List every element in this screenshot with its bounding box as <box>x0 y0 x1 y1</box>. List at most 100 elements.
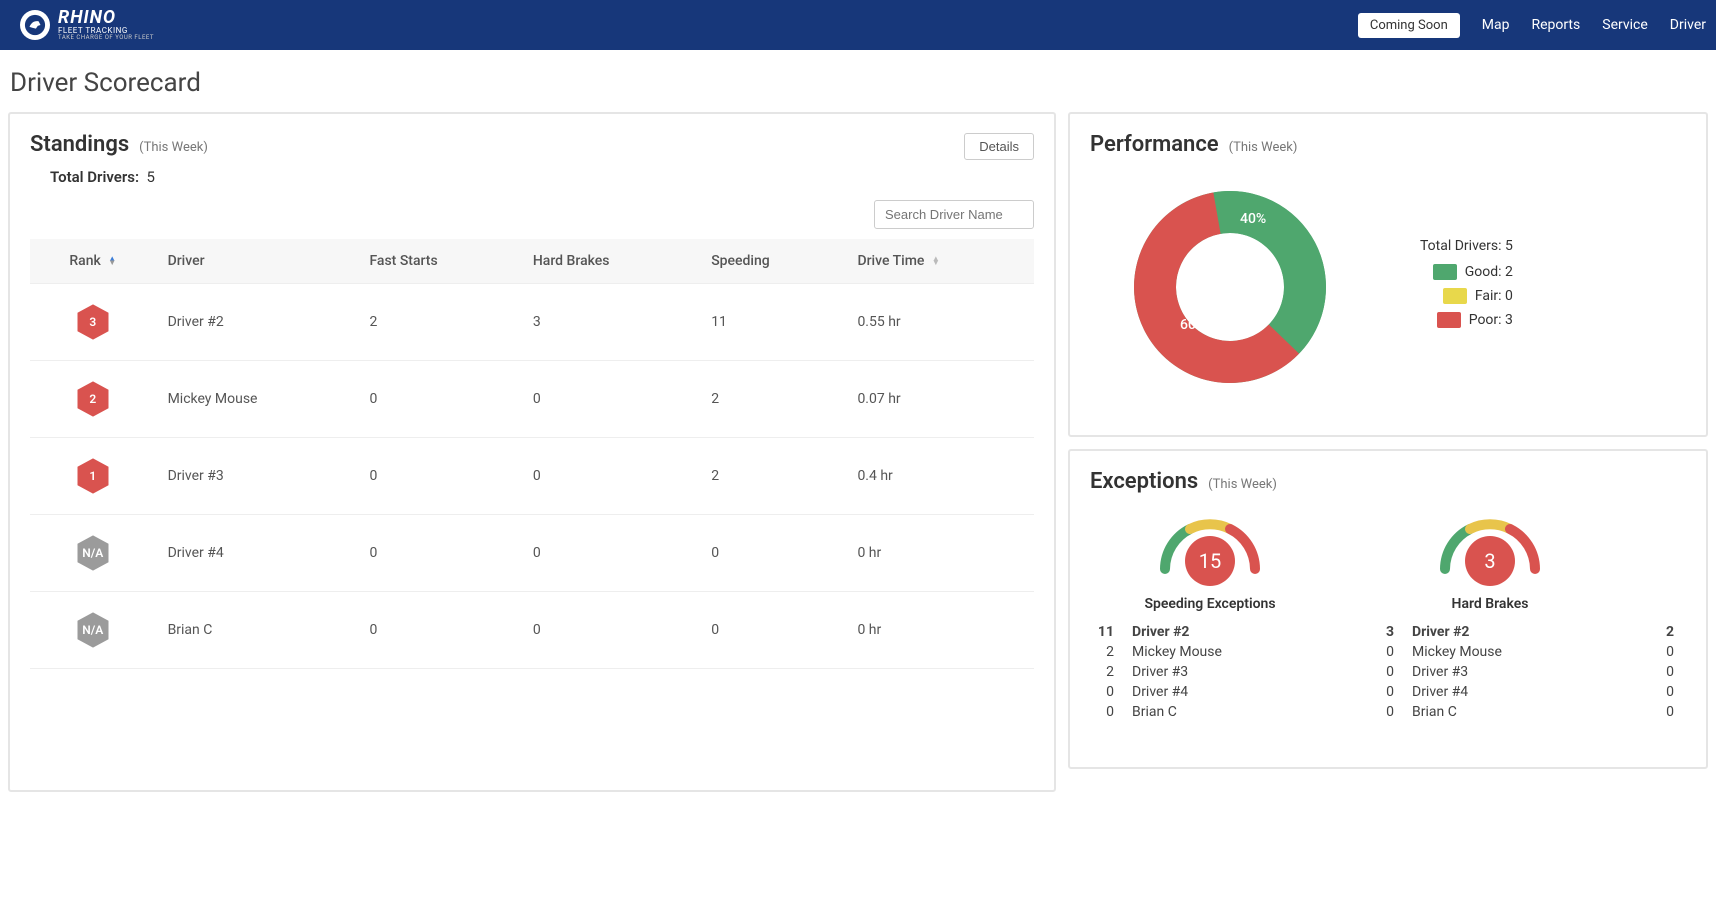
slice-label-good: 40% <box>1240 211 1266 227</box>
logo-brand: RHINO <box>58 9 154 27</box>
exception-count: 0 <box>1370 704 1394 720</box>
nav-reports[interactable]: Reports <box>1531 17 1580 33</box>
rank-badge: N/A <box>77 612 109 648</box>
nav-driver[interactable]: Driver <box>1670 17 1706 33</box>
exception-row: 0 Driver #4 <box>1370 682 1610 702</box>
exception-row: 0 <box>1650 702 1686 722</box>
performance-panel: Performance (This Week) 40% 60% <box>1068 112 1708 437</box>
slice-label-poor: 60% <box>1180 317 1206 333</box>
exception-count: 0 <box>1650 704 1674 720</box>
exception-count: 3 <box>1370 624 1394 640</box>
dashboard: Standings (This Week) Details Total Driv… <box>0 112 1716 792</box>
fast-starts: 0 <box>357 515 520 592</box>
rank-badge: 3 <box>77 304 109 340</box>
legend-swatch <box>1437 312 1461 328</box>
exception-row: 0 Brian C <box>1090 702 1330 722</box>
exception-row: 0 <box>1650 662 1686 682</box>
legend-item: Fair: 0 <box>1420 288 1513 304</box>
gauge-value: 15 <box>1185 536 1235 586</box>
coming-soon-button[interactable]: Coming Soon <box>1358 13 1460 38</box>
gauge-value: 3 <box>1465 536 1515 586</box>
table-row[interactable]: N/A Brian C 0 0 0 0 hr <box>30 592 1034 669</box>
exceptions-title: Exceptions <box>1090 469 1198 494</box>
legend-item: Good: 2 <box>1420 264 1513 280</box>
exception-row: 0 Brian C <box>1370 702 1610 722</box>
nav-service[interactable]: Service <box>1602 17 1648 33</box>
performance-title: Performance <box>1090 132 1219 157</box>
exception-row: 0Driver #4 <box>1090 682 1330 702</box>
details-button[interactable]: Details <box>964 133 1034 160</box>
exception-count: 0 <box>1090 704 1114 720</box>
legend-swatch <box>1443 288 1467 304</box>
exception-driver: Driver #4 <box>1412 684 1468 700</box>
standings-panel: Standings (This Week) Details Total Driv… <box>8 112 1056 792</box>
exception-driver: Brian C <box>1412 704 1457 720</box>
exception-count: 11 <box>1090 624 1114 640</box>
col-rank[interactable]: Rank ▲▼ <box>30 239 156 284</box>
exception-driver: Brian C <box>1132 704 1177 720</box>
drive-time: 0 hr <box>845 515 1034 592</box>
legend-total: Total Drivers: 5 <box>1420 238 1513 254</box>
exception-count: 2 <box>1090 664 1114 680</box>
col-driver[interactable]: Driver <box>156 239 358 284</box>
rhino-logo-icon <box>20 10 50 40</box>
sort-icon: ▲▼ <box>108 257 116 265</box>
exceptions-period: (This Week) <box>1208 477 1277 492</box>
exception-count: 0 <box>1650 684 1674 700</box>
exception-driver: Driver #3 <box>1412 664 1468 680</box>
exception-count: 2 <box>1090 644 1114 660</box>
performance-legend: Total Drivers: 5 Good: 2Fair: 0Poor: 3 <box>1420 238 1513 336</box>
col-drive-time[interactable]: Drive Time ▲▼ <box>845 239 1034 284</box>
standings-table: Rank ▲▼ Driver Fast Starts Hard Brakes S… <box>30 239 1034 669</box>
exception-row: 2 <box>1650 622 1686 642</box>
fast-starts: 2 <box>357 284 520 361</box>
col-fast-starts[interactable]: Fast Starts <box>357 239 520 284</box>
total-drivers-value: 5 <box>147 168 155 186</box>
table-row[interactable]: N/A Driver #4 0 0 0 0 hr <box>30 515 1034 592</box>
exception-count: 2 <box>1650 624 1674 640</box>
table-row[interactable]: 3 Driver #2 2 3 11 0.55 hr <box>30 284 1034 361</box>
exception-count: 0 <box>1370 664 1394 680</box>
exception-list: 2 0 0 0 0 <box>1650 622 1686 722</box>
col-speeding[interactable]: Speeding <box>699 239 845 284</box>
legend-label: Fair: 0 <box>1475 288 1513 304</box>
nav-right: Coming Soon Map Reports Service Driver <box>1358 13 1716 38</box>
exception-column: 3 Hard Brakes 3Driver #20Mickey Mouse0Dr… <box>1370 504 1610 722</box>
speeding: 2 <box>699 361 845 438</box>
rank-badge: N/A <box>77 535 109 571</box>
nav-map[interactable]: Map <box>1482 17 1510 33</box>
performance-period: (This Week) <box>1229 140 1298 155</box>
table-row[interactable]: 2 Mickey Mouse 0 0 2 0.07 hr <box>30 361 1034 438</box>
logo[interactable]: RHINO FLEET TRACKING TAKE CHARGE OF YOUR… <box>20 9 154 41</box>
exception-count: 0 <box>1090 684 1114 700</box>
exception-row: 0Mickey Mouse <box>1370 642 1610 662</box>
total-drivers: Total Drivers: 5 <box>50 168 1034 186</box>
hard-brakes: 0 <box>521 438 699 515</box>
gauge: 3 <box>1430 504 1550 584</box>
search-input[interactable] <box>874 200 1034 229</box>
exception-row: 2 Driver #3 <box>1090 662 1330 682</box>
exception-driver: Driver #3 <box>1132 664 1188 680</box>
exception-driver: Mickey Mouse <box>1412 644 1502 660</box>
gauge: 15 <box>1150 504 1270 584</box>
logo-tagline-2: TAKE CHARGE OF YOUR FLEET <box>58 35 154 41</box>
hard-brakes: 0 <box>521 592 699 669</box>
exception-count: 0 <box>1650 644 1674 660</box>
exception-count: 0 <box>1370 684 1394 700</box>
exception-count: 0 <box>1650 664 1674 680</box>
logo-text: RHINO FLEET TRACKING TAKE CHARGE OF YOUR… <box>58 9 154 41</box>
exception-driver: Mickey Mouse <box>1132 644 1222 660</box>
hard-brakes: 0 <box>521 515 699 592</box>
fast-starts: 0 <box>357 361 520 438</box>
legend-label: Good: 2 <box>1465 264 1513 280</box>
col-hard-brakes[interactable]: Hard Brakes <box>521 239 699 284</box>
exception-driver: Driver #2 <box>1132 624 1189 640</box>
table-row[interactable]: 1 Driver #3 0 0 2 0.4 hr <box>30 438 1034 515</box>
exception-row: 0 Driver #3 <box>1370 662 1610 682</box>
exception-title: Hard Brakes <box>1452 596 1529 612</box>
standings-title: Standings <box>30 132 129 157</box>
speeding: 11 <box>699 284 845 361</box>
driver-name: Driver #3 <box>156 438 358 515</box>
page-title: Driver Scorecard <box>0 50 1716 112</box>
drive-time: 0.07 hr <box>845 361 1034 438</box>
